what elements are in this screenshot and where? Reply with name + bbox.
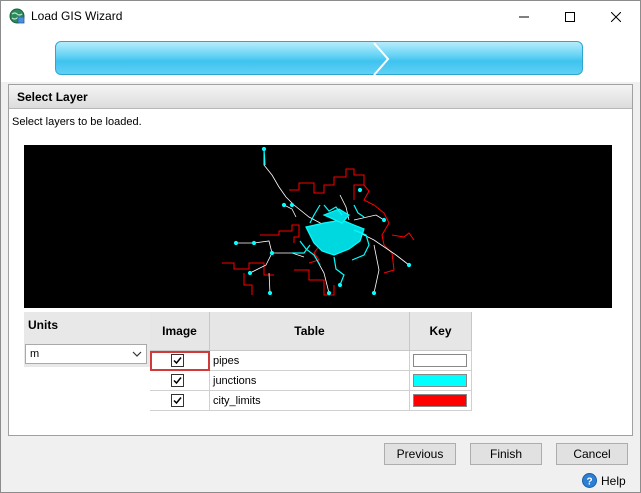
panel-description: Select layers to be loaded. <box>12 116 142 128</box>
column-header-table[interactable]: Table <box>210 312 410 351</box>
checkmark-icon <box>173 377 182 385</box>
wizard-progress-area <box>1 32 640 82</box>
minimize-button[interactable] <box>501 1 547 32</box>
column-header-image[interactable]: Image <box>150 312 210 351</box>
key-color-swatch[interactable] <box>413 374 467 387</box>
layer-checkbox[interactable] <box>171 394 184 407</box>
table-cell[interactable]: city_limits <box>210 391 410 411</box>
minimize-icon <box>519 16 529 17</box>
globe-app-icon <box>9 8 25 24</box>
units-section: Units m <box>24 312 151 367</box>
close-button[interactable] <box>593 1 639 32</box>
checkmark-icon <box>173 357 182 365</box>
table-row: pipes <box>150 351 472 371</box>
image-cell[interactable] <box>150 351 210 371</box>
table-name: junctions <box>213 375 257 387</box>
title-bar: Load GIS Wizard <box>1 1 640 32</box>
help-icon: ? <box>582 473 597 488</box>
table-cell[interactable]: junctions <box>210 371 410 391</box>
checkmark-icon <box>173 397 182 405</box>
image-cell[interactable] <box>150 371 210 391</box>
units-selected-value: m <box>30 348 40 360</box>
units-dropdown[interactable]: m <box>25 344 147 364</box>
gis-map-preview <box>24 145 612 308</box>
select-layer-panel: Select Layer Select layers to be loaded. <box>8 84 633 436</box>
previous-button[interactable]: Previous <box>384 443 456 465</box>
key-cell[interactable] <box>410 391 472 411</box>
chevron-down-icon <box>132 351 142 357</box>
table-row: junctions <box>150 371 472 391</box>
image-cell[interactable] <box>150 391 210 411</box>
help-label: Help <box>601 473 626 488</box>
wizard-progress-bar <box>55 41 583 76</box>
step-chevron-icon <box>373 42 390 76</box>
key-color-swatch[interactable] <box>413 394 467 407</box>
table-name: pipes <box>213 355 240 367</box>
panel-header: Select Layer <box>9 85 632 109</box>
table-row: city_limits <box>150 391 472 411</box>
svg-text:?: ? <box>586 477 592 488</box>
key-cell[interactable] <box>410 351 472 371</box>
finish-button[interactable]: Finish <box>470 443 542 465</box>
maximize-button[interactable] <box>547 1 593 32</box>
table-name: city_limits <box>213 395 261 407</box>
layers-grid: Image Table Key pipes junctions city_lim… <box>150 312 472 412</box>
close-icon <box>611 11 621 22</box>
units-label: Units <box>28 318 58 332</box>
layer-checkbox[interactable] <box>171 374 184 387</box>
panel-title: Select Layer <box>17 90 88 104</box>
wizard-window: Load GIS Wizard Select Layer Select laye… <box>0 0 641 493</box>
key-cell[interactable] <box>410 371 472 391</box>
maximize-icon <box>565 11 575 22</box>
layer-checkbox[interactable] <box>171 354 184 367</box>
window-title: Load GIS Wizard <box>31 9 123 23</box>
column-header-key[interactable]: Key <box>410 312 472 351</box>
table-cell[interactable]: pipes <box>210 351 410 371</box>
cancel-button[interactable]: Cancel <box>556 443 628 465</box>
help-link[interactable]: ? Help <box>582 473 626 488</box>
key-color-swatch[interactable] <box>413 354 467 367</box>
